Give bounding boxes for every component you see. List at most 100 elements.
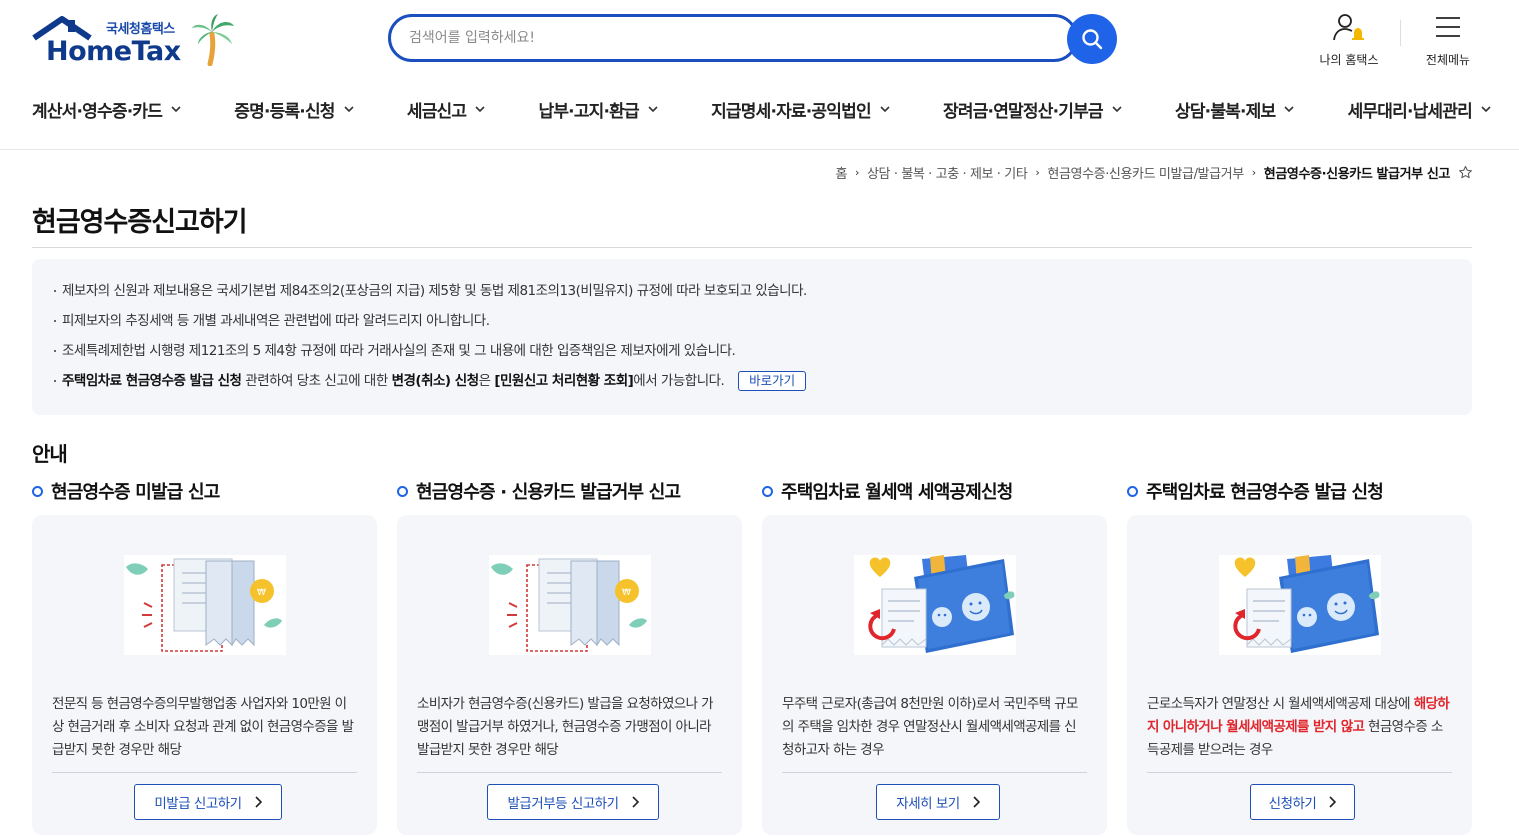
rent-wallet-illustration-icon (854, 555, 1016, 655)
rent-wallet-illustration-icon (1219, 555, 1381, 655)
full-menu-button[interactable]: 전체메뉴 (1418, 12, 1478, 68)
search-icon (1082, 29, 1103, 50)
button-label: 자세히 보기 (896, 796, 960, 812)
notice-item: 조세특례제한법 시행령 제121조의 5 제4항 규정에 따라 거래사실의 존재… (54, 339, 1450, 369)
card-refusal-report: ₩ 소비자가 현금영수증(신용카드) 발급을 요청하였으나 가맹점이 발급거부 … (397, 515, 742, 835)
palm-tree-icon (192, 14, 234, 66)
receipt-illustration-icon: ₩ (124, 555, 286, 655)
chevron-right-icon (631, 796, 639, 808)
gnb-item-payment[interactable]: 납부·고지·환급 (538, 92, 658, 126)
gnb-label: 지급명세·자료·공익법인 (711, 101, 872, 122)
notice-text: 은 (478, 373, 495, 389)
chevron-right-icon (255, 796, 262, 808)
button-label: 미발급 신고하기 (154, 796, 242, 812)
gnb-item-receipts[interactable]: 계산서·영수증·카드 (32, 92, 182, 126)
breadcrumb-separator-icon: › (855, 166, 859, 179)
gnb-item-statements[interactable]: 지급명세·자료·공익법인 (711, 92, 891, 126)
notice-text: 조세특례제한법 시행령 제121조의 5 제4항 규정에 따라 거래사실의 존재… (62, 343, 736, 359)
logo-small-text: 국세청홈택스 (106, 22, 175, 37)
card-description: 소비자가 현금영수증(신용카드) 발급을 요청하였으나 가맹점이 발급거부 하였… (417, 696, 714, 758)
notice-text: 제보자의 신원과 제보내용은 국세기본법 제84조의2(포상금의 지급) 제5항… (62, 283, 807, 299)
full-menu-label: 전체메뉴 (1425, 53, 1471, 67)
notice-item: 피제보자의 추징세액 등 개별 과세내역은 관련법에 따라 알려드리지 아니합니… (54, 309, 1450, 339)
card-heading-text: 현금영수증 미발급 신고 (51, 482, 220, 503)
chevron-down-icon (1284, 106, 1294, 113)
breadcrumb-home[interactable]: 홈 (835, 163, 847, 182)
card-divider (417, 772, 722, 773)
chevron-right-icon (973, 796, 980, 808)
breadcrumb-level2[interactable]: 현금영수증·신용카드 미발급/발급거부 (1047, 163, 1244, 182)
notice-bold-text: 변경(취소) 신청 (391, 373, 480, 389)
gnb-label: 상담·불복·제보 (1174, 101, 1276, 122)
details-button[interactable]: 자세히 보기 (876, 784, 1000, 820)
header: 국세청홈택스 HomeTax 나의 홈택스 (0, 0, 1519, 150)
chevron-down-icon (1112, 106, 1122, 113)
section-title: 안내 (32, 442, 68, 466)
chevron-down-icon (475, 106, 485, 113)
hometax-logo[interactable]: 국세청홈택스 HomeTax (32, 14, 242, 68)
card-description: 무주택 근로자(총급여 8천만원 이하)로서 국민주택 규모의 주택을 임차한 … (782, 696, 1078, 758)
go-shortcut-button[interactable]: 바로가기 (738, 371, 807, 391)
gnb-item-incentives[interactable]: 장려금·연말정산·기부금 (943, 92, 1123, 126)
card-description: 근로소득자가 연말정산 시 월세액세액공제 대상에 해당하지 아니하거나 월세세… (1147, 693, 1452, 762)
gnb-item-tax-filing[interactable]: 세금신고 (407, 92, 486, 126)
breadcrumb-current: 현금영수증·신용카드 발급거부 신고 (1263, 167, 1451, 182)
card-heading-refusal: 현금영수증 · 신용카드 발급거부 신고 (397, 478, 681, 504)
refusal-report-button[interactable]: 발급거부등 신고하기 (487, 784, 659, 820)
desc-text: 근로소득자가 연말정산 시 월세액세액공제 대상에 (1147, 696, 1414, 712)
gnb-item-certificates[interactable]: 증명·등록·신청 (234, 92, 354, 126)
title-divider (32, 247, 1472, 248)
card-heading-text: 주택임차료 현금영수증 발급 신청 (1146, 482, 1384, 503)
gnb-item-tax-agent[interactable]: 세무대리·납세관리 (1348, 92, 1492, 126)
chevron-right-icon (1329, 796, 1337, 808)
svg-text:₩: ₩ (622, 588, 631, 598)
card-description: 전문직 등 현금영수증의무발행업종 사업자와 10만원 이상 현금거래 후 소비… (52, 696, 354, 758)
gnb-label: 세무대리·납세관리 (1347, 101, 1473, 122)
ring-bullet-icon (1127, 485, 1138, 497)
card-heading-text: 현금영수증 · 신용카드 발급거부 신고 (416, 482, 681, 503)
card-heading-rent-credit: 주택임차료 월세액 세액공제신청 (762, 478, 1013, 504)
gnb-label: 장려금·연말정산·기부금 (943, 101, 1104, 122)
breadcrumb-separator-icon: › (1251, 166, 1256, 179)
hamburger-menu-icon (1436, 17, 1460, 37)
card-heading-text: 주택임차료 월세액 세액공제신청 (781, 482, 1013, 503)
apply-button[interactable]: 신청하기 (1250, 784, 1355, 820)
unissued-report-button[interactable]: 미발급 신고하기 (134, 784, 282, 820)
chevron-down-icon (344, 106, 354, 113)
svg-text:₩: ₩ (257, 588, 266, 598)
card-rent-credit: 무주택 근로자(총급여 8천만원 이하)로서 국민주택 규모의 주택을 임차한 … (762, 515, 1107, 835)
search-input[interactable] (409, 26, 1049, 50)
chevron-down-icon (1481, 106, 1491, 113)
breadcrumb: 홈 › 상담 · 불복 · 고충 · 제보 · 기타 › 현금영수증·신용카드 … (835, 163, 1473, 182)
chevron-down-icon (648, 106, 658, 113)
ring-bullet-icon (397, 485, 408, 497)
button-label: 신청하기 (1268, 796, 1317, 812)
ring-bullet-icon (762, 485, 773, 497)
breadcrumb-separator-icon: › (1035, 166, 1040, 179)
page-title: 현금영수증신고하기 (32, 207, 248, 238)
star-favorite-icon[interactable] (1458, 165, 1473, 180)
card-divider (52, 772, 357, 773)
card-unissued-report: ₩ 전문직 등 현금영수증의무발행업종 사업자와 10만원 이상 현금거래 후 … (32, 515, 377, 835)
chevron-down-icon (880, 106, 890, 113)
gnb-item-consulting[interactable]: 상담·불복·제보 (1175, 92, 1295, 126)
notice-text: 피제보자의 추징세액 등 개별 과세내역은 관련법에 따라 알려드리지 아니합니… (62, 313, 490, 329)
receipt-illustration-icon: ₩ (489, 555, 651, 655)
user-bell-icon (1333, 14, 1364, 41)
my-hometax-link[interactable]: 나의 홈택스 (1312, 12, 1386, 68)
gnb-label: 계산서·영수증·카드 (32, 101, 163, 122)
my-hometax-label: 나의 홈택스 (1319, 53, 1379, 67)
card-heading-unissued: 현금영수증 미발급 신고 (32, 478, 220, 504)
card-divider (782, 772, 1087, 773)
notice-text: 관련하여 당초 신고에 대한 (241, 373, 392, 389)
global-navigation: 계산서·영수증·카드 증명·등록·신청 세금신고 납부·고지·환급 지급명세·자… (32, 92, 1492, 126)
notice-bold-text: [민원신고 처리현황 조회] (494, 373, 634, 389)
notice-item: 주택임차료 현금영수증 발급 신청 관련하여 당초 신고에 대한 변경(취소) … (54, 369, 1450, 399)
gnb-label: 세금신고 (406, 101, 467, 122)
breadcrumb-level1[interactable]: 상담 · 불복 · 고충 · 제보 · 기타 (867, 163, 1028, 182)
card-heading-rent-receipt: 주택임차료 현금영수증 발급 신청 (1127, 478, 1384, 504)
chevron-down-icon (171, 106, 181, 113)
gnb-label: 증명·등록·신청 (234, 101, 335, 122)
search-button[interactable] (1067, 14, 1117, 64)
search-box (388, 14, 1078, 62)
